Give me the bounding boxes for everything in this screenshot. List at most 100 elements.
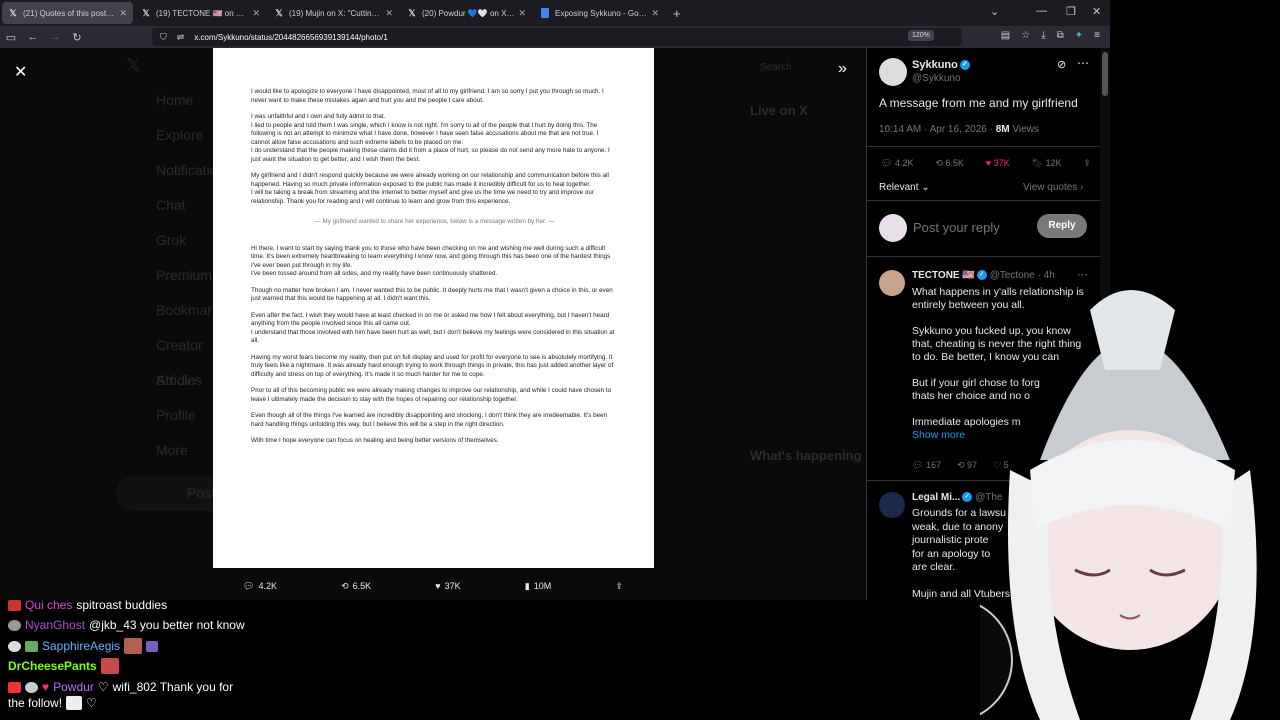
browser-tab[interactable]: 𝕏 (20) Powdur 💙🤍 on X: "Bao, ✕ — [401, 2, 532, 24]
reply-author-name[interactable]: Legal Mi... — [912, 492, 960, 503]
bookmark-button[interactable]: 🔖︎ 12K — [1032, 158, 1062, 169]
emote-icon — [66, 696, 83, 710]
reply-action[interactable]: 💬︎ 4.2K — [243, 581, 277, 592]
reply-author-name[interactable]: TECTONE 🇺🇸 — [912, 270, 975, 281]
repost-count: 6.5K — [945, 158, 964, 168]
share-icon[interactable]: ⇪ — [1083, 158, 1091, 169]
downloads-icon[interactable]: ⤓ — [1041, 30, 1045, 41]
doc-paragraph: Hi there, I want to start by saying than… — [251, 244, 611, 278]
tab-list-icon[interactable]: ⌄ — [990, 5, 999, 18]
menu-icon[interactable]: ≡ — [1094, 30, 1100, 41]
tab-title: (21) Quotes of this post / X — [23, 8, 116, 18]
author-handle[interactable]: @Sykkuno — [912, 73, 961, 84]
emote-icon — [124, 638, 143, 654]
tab-title: (19) TECTONE 🇺🇸 on X: "Cutting all ties — [156, 8, 249, 18]
extension-icon[interactable]: ✦ — [1075, 30, 1083, 41]
tab-close-icon[interactable]: ✕ — [651, 8, 659, 19]
tab-close-icon[interactable]: ✕ — [119, 8, 127, 19]
share-action[interactable]: ⇪ — [615, 581, 623, 592]
repost-icon: ⟲ — [341, 580, 349, 591]
like-count: 37K — [993, 158, 1010, 168]
post-stats-bar: 💬︎ 4.2K ⟲ 6.5K ♥ 37K 🔖︎ 12K ⇪ — [881, 158, 1091, 169]
sort-dropdown[interactable]: Relevant ⌄ — [879, 182, 930, 193]
browser-tab[interactable]: 𝕏 (19) TECTONE 🇺🇸 on X: "Cutting all tie… — [135, 2, 266, 24]
reload-icon[interactable]: ↻ — [66, 31, 88, 44]
zoom-level[interactable]: 120% — [908, 30, 934, 41]
bookmark-star-icon[interactable]: ☆ — [1021, 30, 1030, 41]
badge-icon — [25, 681, 38, 693]
badge-icon — [25, 640, 38, 652]
photo-action-bar: 💬︎ 4.2K ⟲ 6.5K ♥ 37K ▮ 10M ⇪ — [243, 576, 623, 596]
doc-paragraph: Though no matter how broken I am, I neve… — [251, 286, 613, 303]
tab-title: Exposing Sykkuno - Google Do — [555, 8, 648, 18]
doc-paragraph: Prior to all of this becoming public we … — [251, 387, 612, 403]
chat-username: DrCheesePants — [8, 659, 97, 673]
more-icon[interactable]: ⋯ — [1077, 56, 1089, 70]
chat-message: Qui ches spitroast buddies — [8, 598, 167, 612]
chat-username: SapphireAegis — [42, 639, 121, 653]
view-quotes-link[interactable]: View quotes › — [1023, 182, 1083, 193]
sort-label: Relevant — [879, 182, 919, 193]
sidebar-item-notifications: Notifications — [156, 162, 233, 178]
grok-icon[interactable]: ⊘ — [1057, 58, 1066, 71]
repost-button[interactable]: ⟲ 6.5K — [935, 158, 964, 169]
collapse-panel-icon[interactable]: » — [838, 60, 847, 78]
doc-paragraph: Having my worst fears become my reality,… — [251, 353, 614, 378]
reader-view-icon[interactable]: ▤ — [1001, 30, 1010, 41]
avatar[interactable] — [879, 58, 907, 86]
tab-title: (19) Mujin on X: "Cutting all ties — [289, 8, 381, 18]
happening-heading: What's happening — [750, 448, 862, 463]
like-action[interactable]: ♥ 37K — [435, 581, 460, 591]
sidebar-item-chat: Chat — [156, 197, 186, 213]
chat-text: spitroast buddies — [76, 598, 168, 612]
site-info-icon[interactable]: ⇌ — [177, 32, 185, 43]
chat-message: DrCheesePants — [8, 658, 119, 674]
back-icon[interactable]: ← — [22, 31, 44, 43]
reply-button[interactable]: 💬︎ 167 — [912, 460, 941, 471]
tab-close-icon[interactable]: ✕ — [252, 8, 260, 19]
browser-tab[interactable]: Exposing Sykkuno - Google Do ✕ — [534, 2, 665, 24]
doc-divider: — My girlfriend wanted to share her expe… — [314, 218, 555, 225]
verified-icon: ✓ — [962, 492, 973, 503]
url-text: x.com/Sykkuno/status/2044826656939139144… — [194, 32, 388, 42]
tab-close-icon[interactable]: ✕ — [518, 8, 526, 19]
avatar[interactable] — [879, 270, 905, 296]
extensions-icon[interactable]: ⧉ — [1057, 30, 1064, 41]
browser-tab[interactable]: 𝕏 (19) Mujin on X: "Cutting all ties ✕ — [268, 2, 399, 24]
repost-button[interactable]: ⟲ 97 — [957, 460, 977, 471]
chevron-down-icon: ⌄ — [921, 182, 930, 193]
x-logo-icon: 𝕏 — [275, 7, 283, 18]
chat-text: @jkb_43 you better not know — [89, 618, 245, 632]
reply-icon: 💬︎ — [243, 580, 255, 591]
url-bar[interactable]: ⛉ ⇌ x.com/Sykkuno/status/204482665693913… — [152, 28, 962, 46]
reply-button[interactable]: 💬︎ 4.2K — [881, 158, 913, 169]
new-tab-icon[interactable]: + — [673, 6, 681, 21]
avatar — [879, 214, 907, 242]
restore-icon[interactable]: ❐ — [1066, 5, 1076, 18]
reply-count: 4.2K — [258, 581, 277, 591]
sidebar-toggle-icon[interactable]: ▭ — [0, 31, 22, 44]
views-action[interactable]: ▮ 10M — [525, 581, 551, 592]
post-time[interactable]: 10:14 AM · Apr 16, 2026 · — [879, 124, 996, 135]
scrollbar-thumb[interactable] — [1102, 52, 1108, 96]
browser-tab[interactable]: 𝕏 (21) Quotes of this post / X ✕ — [2, 2, 133, 24]
chat-username: Powdur — [53, 680, 94, 694]
repost-action[interactable]: ⟲ 6.5K — [341, 581, 371, 592]
repost-count: 6.5K — [352, 581, 372, 591]
sidebar-item-grok: Grok — [156, 232, 187, 248]
doc-paragraph: My girlfriend and I didn't respond quick… — [251, 172, 609, 205]
tab-close-icon[interactable]: ✕ — [385, 8, 393, 19]
repost-count: 97 — [967, 460, 978, 470]
like-button[interactable]: ♥ 37K — [986, 158, 1010, 169]
emote-icon — [146, 640, 159, 652]
minimize-icon[interactable]: — — [1036, 5, 1047, 17]
page-viewport: 𝕏 Home Explore Notifications Chat Grok P… — [0, 48, 1110, 600]
avatar[interactable] — [879, 492, 905, 518]
forward-icon[interactable]: → — [44, 31, 66, 43]
close-icon[interactable]: ✕ — [14, 62, 27, 82]
view-quotes-label: View quotes — [1023, 182, 1078, 193]
window-close-icon[interactable]: ✕ — [1092, 5, 1101, 18]
emote-icon — [100, 658, 119, 674]
author-name[interactable]: Sykkuno ✓ — [912, 59, 970, 71]
reply-count: 4.2K — [894, 158, 914, 168]
